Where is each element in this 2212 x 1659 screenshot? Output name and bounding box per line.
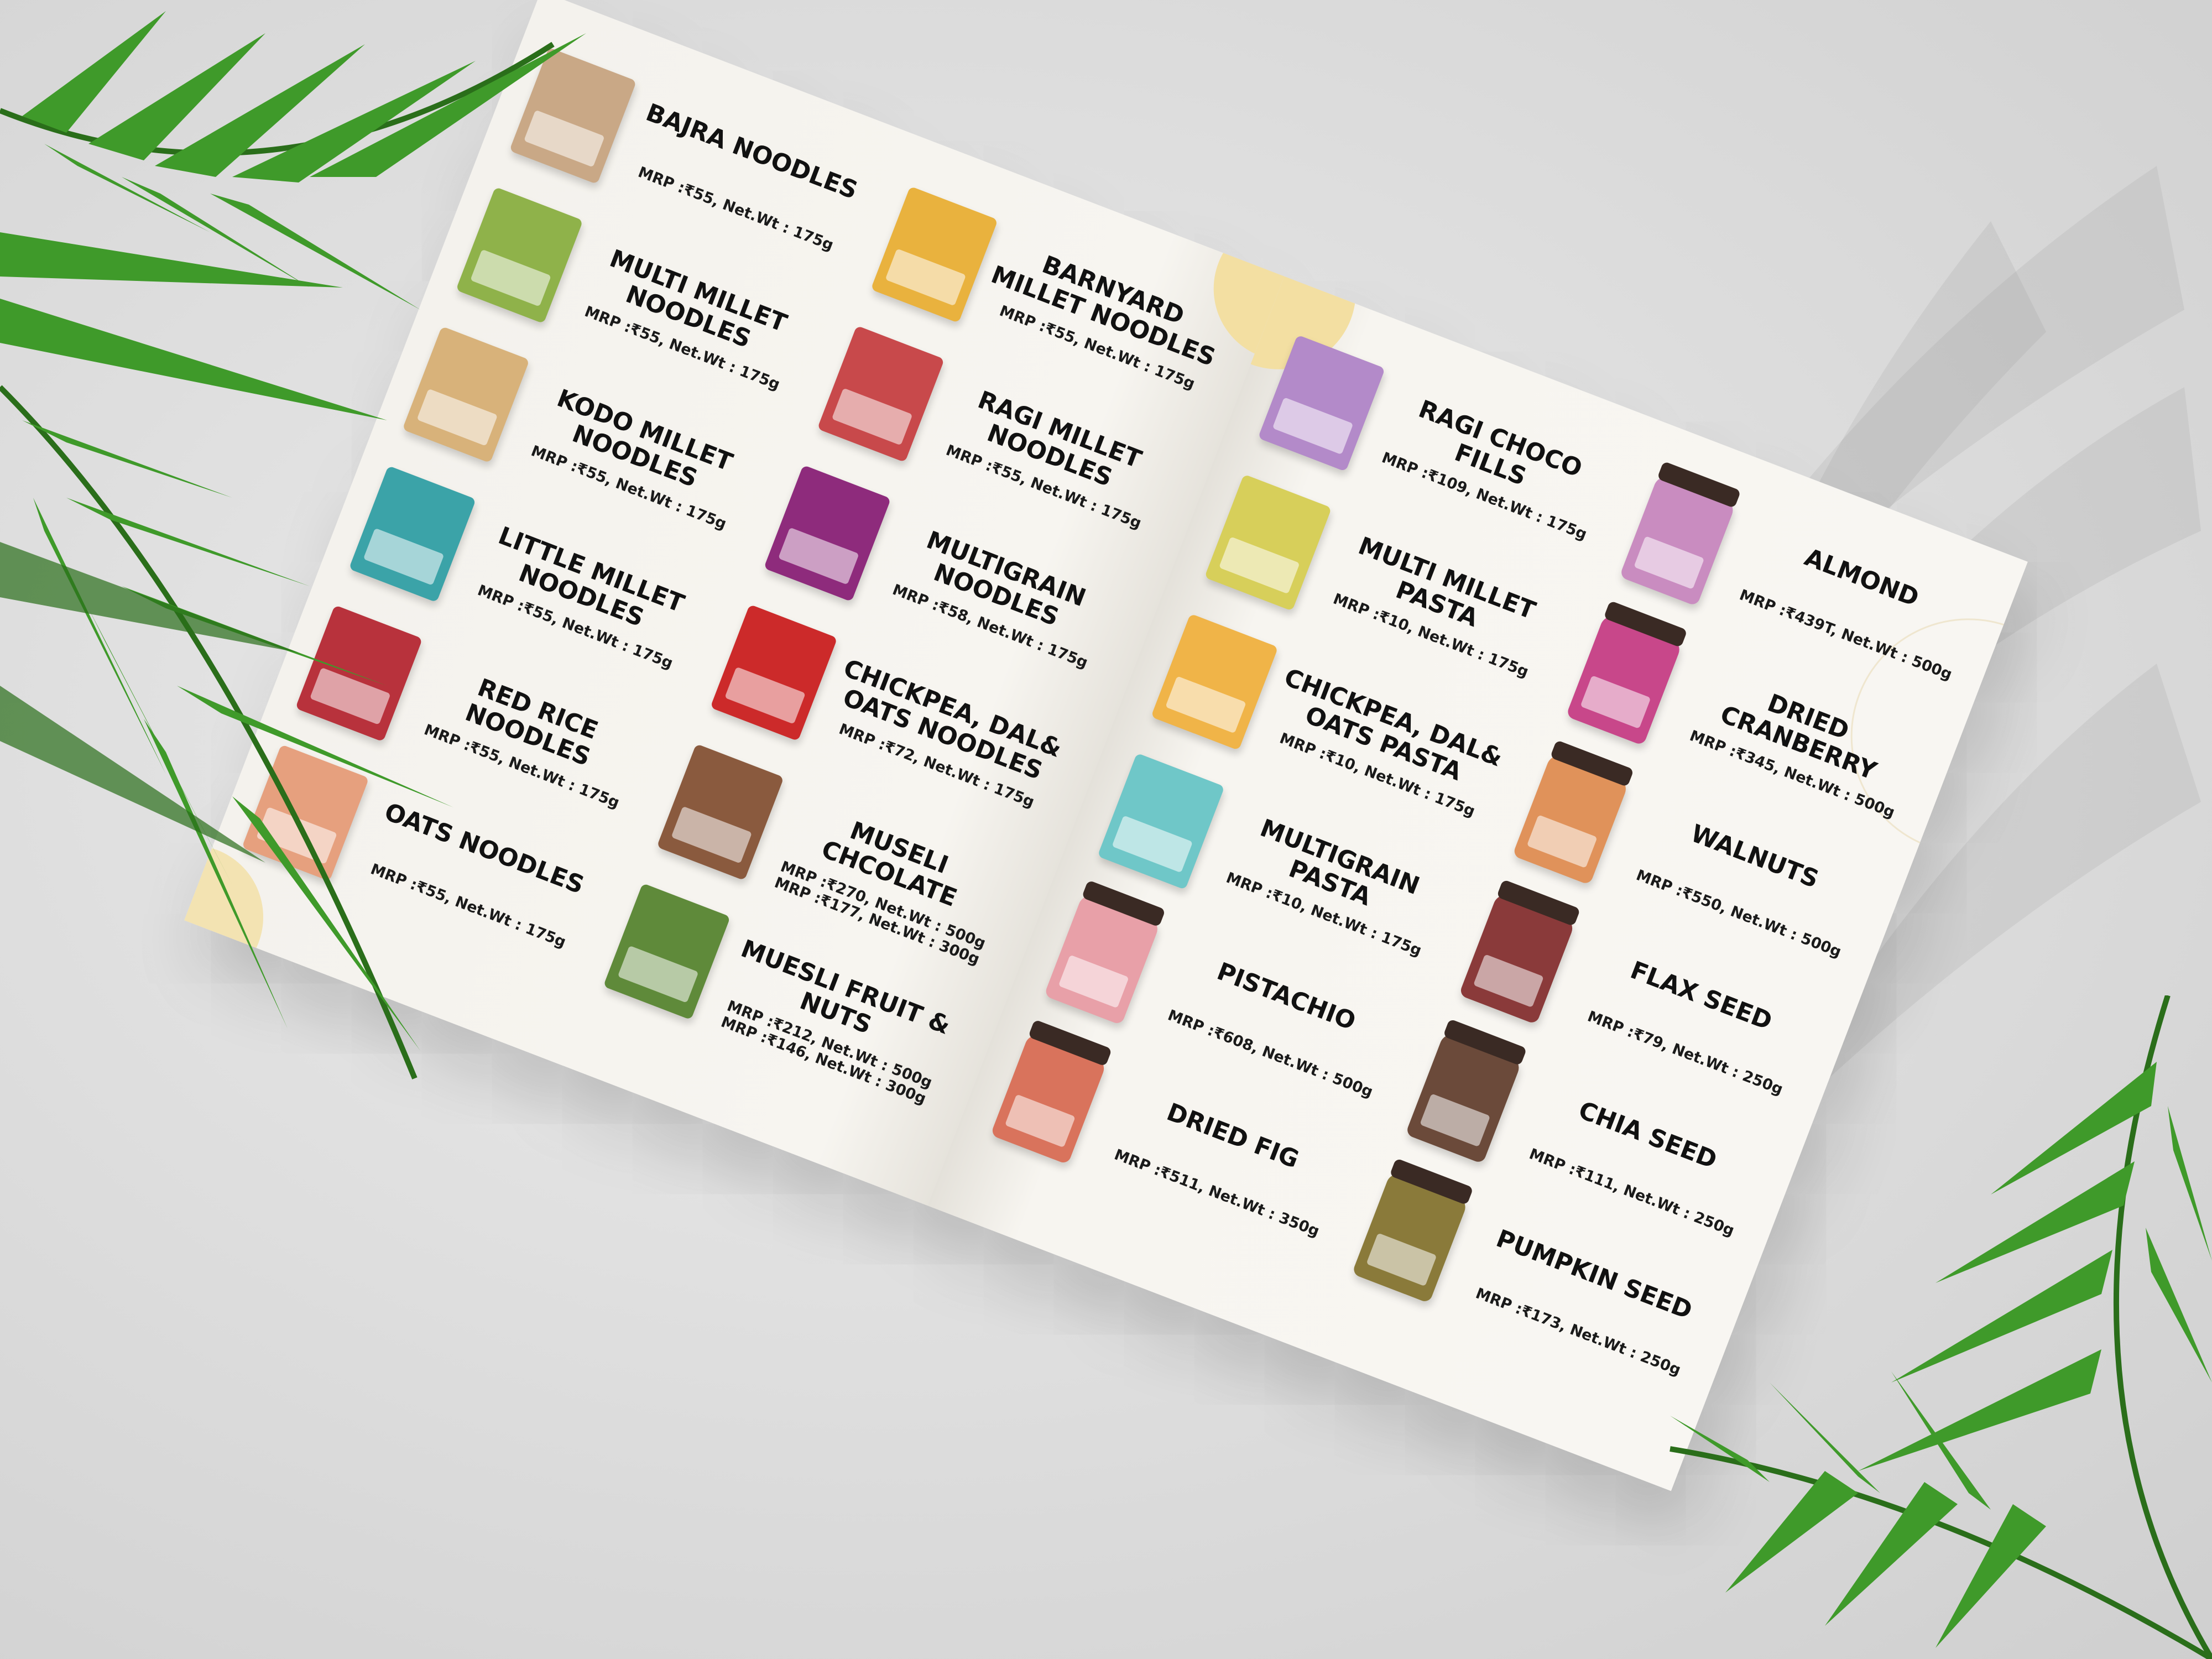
product-jar-image (1619, 473, 1736, 607)
photo-scene: BAJRA NOODLES MRP :₹55, Net.Wt : 175g MULT… (0, 0, 2212, 1659)
product-jar-image (1566, 613, 1683, 746)
product-jar-image (990, 1031, 1108, 1165)
product-jar-image (1512, 752, 1630, 885)
palm-leaf-top-left (0, 11, 586, 1079)
product-jar-image (1044, 892, 1161, 1026)
palm-leaf-bottom-right (1670, 995, 2212, 1659)
